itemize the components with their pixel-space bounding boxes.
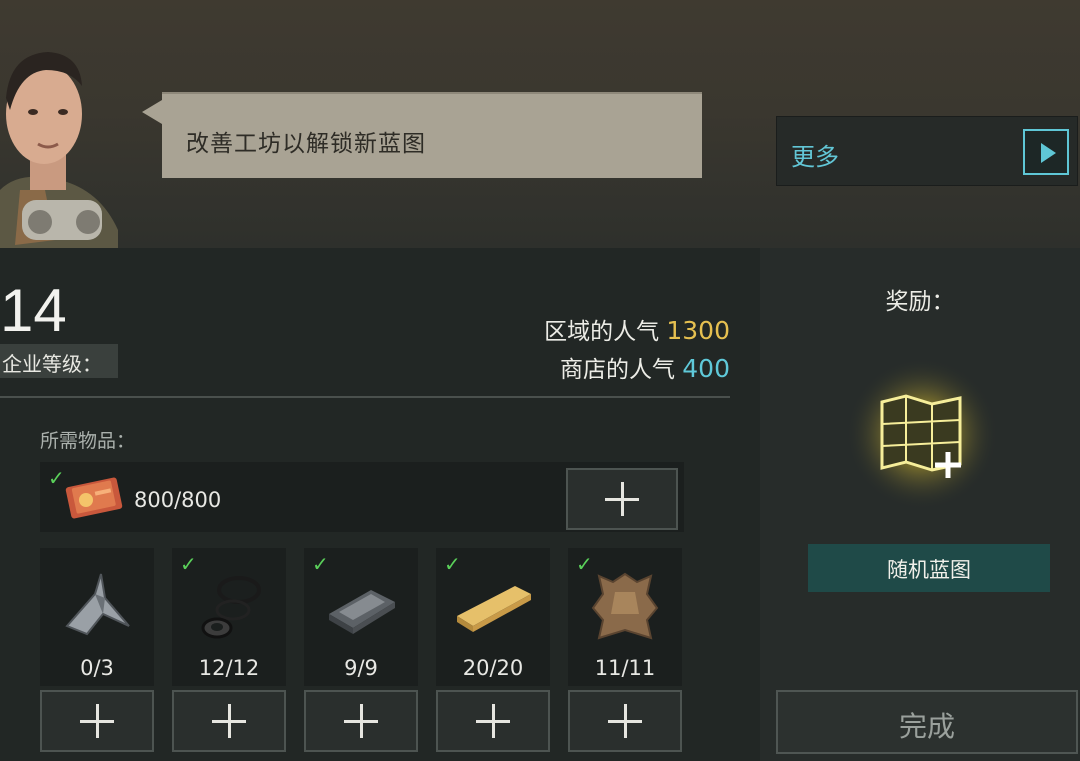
money-count: 800/800 — [134, 488, 222, 512]
region-popularity: 区域的人气 1300 — [544, 312, 730, 346]
region-popularity-label: 区域的人气 — [544, 319, 660, 345]
add-money-button[interactable] — [566, 468, 678, 530]
requirement-item: ✓ 12/12 — [172, 548, 286, 686]
shop-popularity-label: 商店的人气 — [559, 357, 675, 383]
upgrade-panel: 14 企业等级： 区域的人气 1300 商店的人气 400 所需物品： ✓ 80… — [0, 248, 760, 761]
add-item-button[interactable] — [436, 690, 550, 752]
leather-hide-icon — [591, 572, 659, 640]
item-count: 11/11 — [594, 656, 656, 680]
item-count: 9/9 — [344, 656, 378, 680]
iron-ingot-icon — [329, 590, 395, 634]
reward-title: 奖励： — [885, 289, 955, 315]
company-level-number: 14 — [0, 277, 67, 344]
character-portrait — [0, 52, 118, 248]
requirements-label: 所需物品： — [40, 430, 136, 452]
top-banner: 改善工坊以解锁新蓝图 更多 — [0, 0, 1080, 248]
money-card-icon — [65, 477, 123, 519]
requirement-item: ✓ 20/20 — [436, 548, 550, 686]
region-popularity-value: 1300 — [666, 316, 730, 345]
shop-popularity-value: 400 — [682, 354, 730, 383]
item-count: 20/20 — [462, 656, 524, 680]
add-item-button[interactable] — [568, 690, 682, 752]
play-icon[interactable] — [1023, 129, 1069, 175]
shop-popularity: 商店的人气 400 — [560, 350, 730, 384]
rubber-rings-icon — [201, 576, 261, 639]
requirement-item: ✓ 11/11 — [568, 548, 682, 686]
dialog-message: 改善工坊以解锁新蓝图 — [186, 131, 426, 157]
item-count: 0/3 — [80, 656, 114, 680]
metal-shards-icon — [65, 573, 130, 636]
requirement-item: ✓ 9/9 — [304, 548, 418, 686]
blueprint-map-icon — [846, 358, 998, 510]
reward-panel: 奖励： 随机蓝图 完成 — [760, 248, 1080, 761]
add-item-button[interactable] — [304, 690, 418, 752]
divider — [0, 396, 730, 398]
more-label: 更多 — [791, 143, 839, 171]
item-count: 12/12 — [198, 656, 260, 680]
more-panel[interactable]: 更多 — [776, 116, 1078, 186]
add-item-button[interactable] — [40, 690, 154, 752]
dialog-bubble: 改善工坊以解锁新蓝图 — [142, 92, 702, 178]
complete-button[interactable]: 完成 — [776, 690, 1078, 754]
wood-plank-icon — [457, 586, 531, 632]
reward-item-name: 随机蓝图 — [808, 544, 1050, 592]
company-level-label: 企业等级： — [0, 344, 118, 378]
requirement-item: 0/3 — [40, 548, 154, 686]
add-item-button[interactable] — [172, 690, 286, 752]
